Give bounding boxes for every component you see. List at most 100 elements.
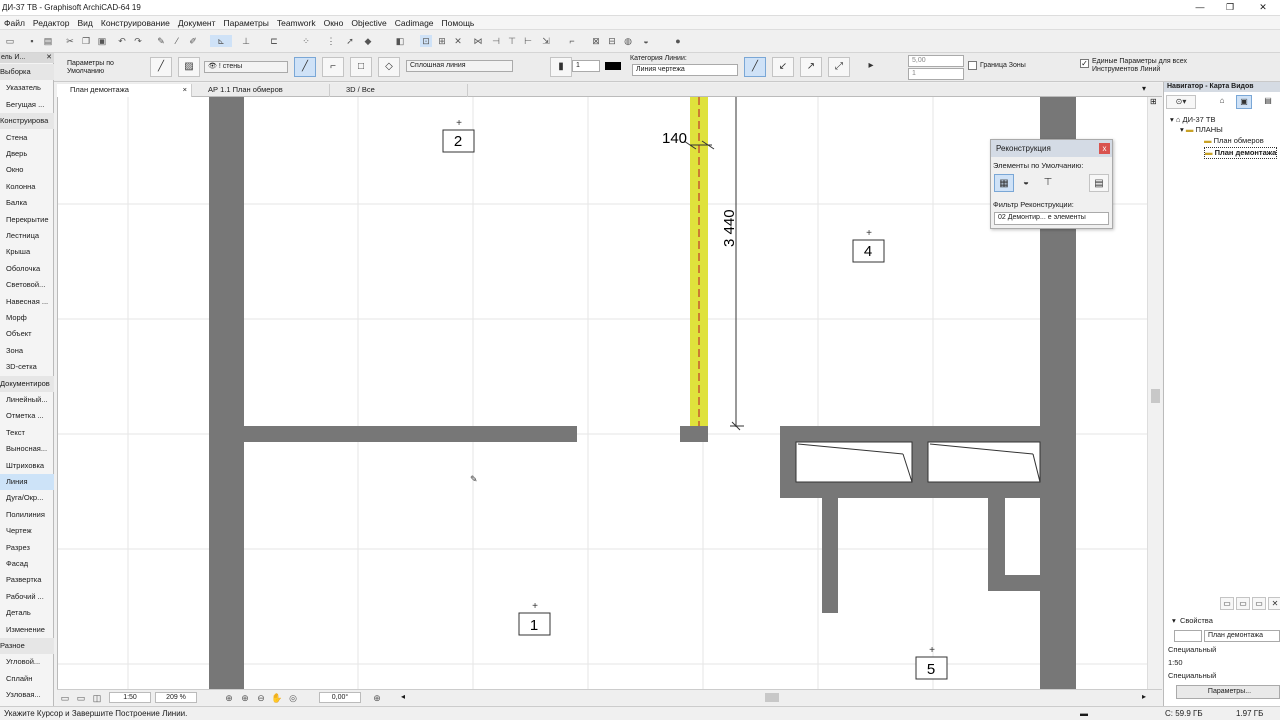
- single-line-button[interactable]: ╱: [294, 57, 316, 77]
- tree-view-demolition[interactable]: ▬ План демонтажа: [1204, 147, 1278, 159]
- toolbox-tool[interactable]: Дверь: [0, 146, 54, 162]
- toolbox-tool[interactable]: Дуга/Окр...: [0, 490, 54, 506]
- section-icon[interactable]: ⊟: [606, 35, 618, 47]
- offset-icon[interactable]: ⋈: [472, 35, 484, 47]
- toolbox-tool[interactable]: Выносная...: [0, 441, 54, 457]
- scroll-left-icon[interactable]: ◂: [401, 692, 405, 701]
- tab-demolition-plan[interactable]: План демонтажа ×: [57, 84, 192, 97]
- maximize-button[interactable]: ❐: [1215, 0, 1245, 16]
- layers-icon[interactable]: ◆: [362, 35, 374, 47]
- line-fill-button[interactable]: ▨: [178, 57, 200, 77]
- toolbox-tool[interactable]: Разрез: [0, 540, 54, 556]
- dim-140-label[interactable]: 140: [662, 130, 687, 147]
- zone-stamp-4[interactable]: +4: [852, 228, 885, 263]
- unified-params-checkbox[interactable]: ✓: [1080, 59, 1089, 68]
- existing-elements-icon[interactable]: ▦: [994, 174, 1014, 192]
- paste-icon[interactable]: ▣: [96, 35, 108, 47]
- toolbox-tool[interactable]: Навесная ...: [0, 294, 54, 310]
- toolbox-tool[interactable]: Рабочий ...: [0, 589, 54, 605]
- toolbox-tool[interactable]: Оболочка: [0, 261, 54, 277]
- wall-horizontal[interactable]: [244, 426, 577, 442]
- wall-column[interactable]: [822, 498, 838, 613]
- demolish-elements-icon[interactable]: ◒: [1016, 174, 1036, 192]
- 3d-window-icon[interactable]: ⊠: [590, 35, 602, 47]
- tab-menu-icon[interactable]: ▾: [1142, 84, 1146, 93]
- wall-left[interactable]: [209, 97, 244, 689]
- toolbox-tool[interactable]: Штриховка: [0, 458, 54, 474]
- toolbox-tool[interactable]: Полилиния: [0, 507, 54, 523]
- scroll-right-icon[interactable]: ▸: [1142, 692, 1146, 701]
- toolbox-tool[interactable]: Указатель: [0, 80, 54, 96]
- snap-guides-icon[interactable]: ⊾: [210, 35, 232, 47]
- menu-document[interactable]: Документ: [174, 16, 220, 28]
- copy-icon[interactable]: ❐: [80, 35, 92, 47]
- relative-construction-icon[interactable]: ⊏: [268, 35, 280, 47]
- redo-icon[interactable]: ↷: [132, 35, 144, 47]
- toolbox-section[interactable]: Конструирова: [0, 113, 54, 130]
- eyedropper-icon[interactable]: ✎: [155, 35, 167, 47]
- vertical-scroll-thumb[interactable]: [1151, 389, 1160, 403]
- toolbox-tool[interactable]: Крыша: [0, 244, 54, 260]
- view-id-field[interactable]: [1174, 630, 1202, 642]
- toolbox-tool[interactable]: Зона: [0, 343, 54, 359]
- toolbox-section[interactable]: Разное: [0, 638, 54, 654]
- arrow-size-field[interactable]: 5,00: [908, 55, 964, 67]
- orbit-icon[interactable]: ◎: [287, 692, 299, 704]
- new-folder-icon[interactable]: ▭: [1220, 597, 1234, 610]
- arrow-icon[interactable]: ➚: [344, 35, 356, 47]
- filter-select[interactable]: 02 Демонтир... е элементы: [994, 212, 1109, 225]
- palette-header[interactable]: Реконструкция x: [991, 140, 1112, 157]
- toolbox-tool[interactable]: Колонна: [0, 179, 54, 195]
- toolbox-tool[interactable]: 3D-сетка: [0, 359, 54, 375]
- menu-options[interactable]: Параметры: [220, 16, 273, 28]
- toolbox-tool[interactable]: Чертеж: [0, 523, 54, 539]
- prop-row-1[interactable]: Специальный: [1168, 645, 1216, 655]
- menu-window[interactable]: Окно: [320, 16, 348, 28]
- properties-header[interactable]: ▾ Свойства: [1172, 616, 1213, 626]
- pen-color-swatch[interactable]: [605, 62, 621, 70]
- tree-project-item[interactable]: ▾ ⌂ ДИ-37 ТВ: [1170, 115, 1215, 125]
- group-icon[interactable]: ⋮: [325, 35, 337, 47]
- window-right[interactable]: [927, 441, 1041, 483]
- toolbox-tool[interactable]: Световой...: [0, 277, 54, 293]
- open-icon[interactable]: ▭: [4, 35, 16, 47]
- tree-folder-item[interactable]: ▾ ▬ ПЛАНЫ: [1180, 125, 1223, 135]
- menu-file[interactable]: Файл: [0, 16, 29, 28]
- tab-3d[interactable]: 3D / Все: [333, 84, 468, 97]
- adjust-icon[interactable]: ⊤: [506, 35, 518, 47]
- tab-close-icon[interactable]: ×: [183, 84, 187, 96]
- prop-row-3[interactable]: Специальный: [1168, 671, 1216, 681]
- new-view-icon[interactable]: ▭: [1236, 597, 1250, 610]
- navigator-layout-book-icon[interactable]: ▣: [1236, 95, 1252, 109]
- zone-border-checkbox[interactable]: [968, 61, 977, 70]
- drag-icon[interactable]: ⇲: [540, 35, 552, 47]
- undo-icon[interactable]: ↶: [116, 35, 128, 47]
- line-type-field[interactable]: Сплошная линия: [406, 60, 513, 72]
- toolbox-tool[interactable]: Морф: [0, 310, 54, 326]
- toolbox-tool[interactable]: Отметка ...: [0, 408, 54, 424]
- menu-objective[interactable]: Objective: [347, 16, 390, 28]
- menu-help[interactable]: Помощь: [438, 16, 479, 28]
- toolbox-tool[interactable]: Узловая...: [0, 687, 54, 703]
- toolbox-tool[interactable]: Изменение: [0, 622, 54, 638]
- trace-icon[interactable]: ⊡: [420, 35, 432, 47]
- dim-3440-label[interactable]: 3 440: [721, 209, 738, 247]
- angle-field[interactable]: 0,00°: [319, 692, 361, 703]
- menu-view[interactable]: Вид: [74, 16, 97, 28]
- tab-survey-plan[interactable]: АР 1.1 План обмеров: [195, 84, 330, 97]
- zoom-field[interactable]: 209 %: [155, 692, 197, 703]
- toolbox-tool[interactable]: Лестница: [0, 228, 54, 244]
- save-icon[interactable]: ▪: [26, 35, 38, 47]
- delete-view-icon[interactable]: ✕: [1268, 597, 1280, 610]
- horizontal-scroll-thumb[interactable]: [765, 693, 779, 702]
- pen-icon[interactable]: ▮: [550, 57, 572, 77]
- line-category-select[interactable]: Линия чертежа: [632, 64, 738, 76]
- menu-design[interactable]: Конструирование: [97, 16, 174, 28]
- window-left[interactable]: [795, 441, 913, 483]
- toolbox-tool[interactable]: Стена: [0, 130, 54, 146]
- wall-stub[interactable]: [680, 426, 708, 442]
- pencil-icon[interactable]: ✐: [187, 35, 199, 47]
- arrowhead-icon[interactable]: ▸: [860, 57, 882, 77]
- split-icon[interactable]: ⊣: [490, 35, 502, 47]
- fillet-icon[interactable]: ⌐: [566, 35, 578, 47]
